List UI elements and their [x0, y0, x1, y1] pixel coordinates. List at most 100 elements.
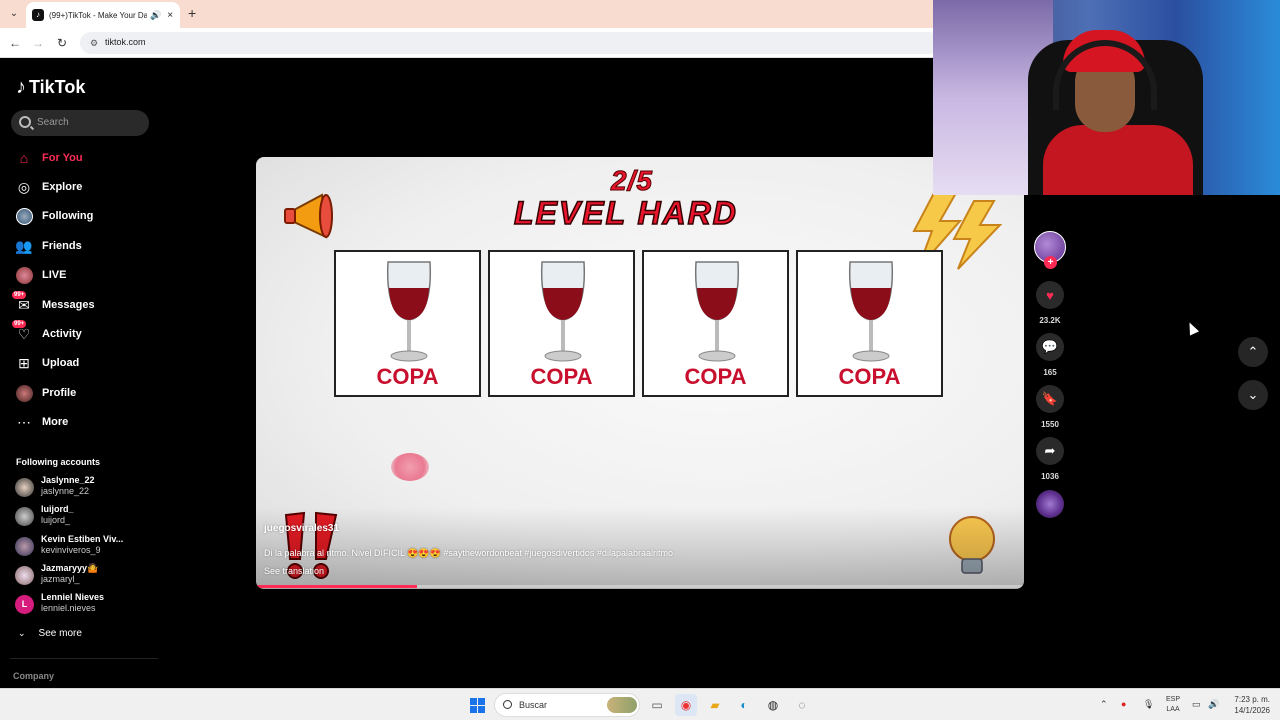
avatar — [15, 566, 34, 585]
webcam-overlay — [933, 0, 1280, 195]
megaphone-icon — [284, 193, 333, 239]
taskbar-search-label: Buscar — [519, 700, 548, 710]
lips-icon — [391, 453, 429, 481]
account-item[interactable]: L Lenniel Nieves lenniel.nieves — [15, 592, 155, 618]
card-word: COPA — [376, 364, 439, 389]
account-handle: jaslynne_22 — [41, 486, 90, 496]
account-handle: jazmaryl_ — [41, 574, 80, 584]
volume-icon[interactable]: 🔊 — [1208, 699, 1219, 710]
see-more-button[interactable]: ⌄ See more — [18, 628, 82, 639]
task-view-icon[interactable]: ▭ — [646, 694, 668, 716]
save-count: 1550 — [1041, 420, 1059, 429]
word-card: COPA — [796, 250, 943, 397]
logo-text: TikTok — [29, 77, 86, 97]
more-icon: ⋯ — [17, 413, 31, 430]
windows-start-icon[interactable] — [470, 698, 485, 713]
chrome-icon[interactable]: ◉ — [675, 694, 697, 716]
tiktok-logo[interactable]: ♪ TikTok — [16, 76, 85, 99]
url-text: tiktok.com — [105, 37, 146, 47]
nav-explore[interactable]: ◎ Explore — [15, 176, 155, 198]
nav-activity[interactable]: ♡ 99+ Activity — [12, 320, 155, 345]
tray-app-icon[interactable]: ● — [1121, 699, 1126, 709]
clock-date: 14/1/2026 — [1234, 706, 1270, 715]
clock[interactable]: 7:23 p. m. 14/1/2026 — [1226, 694, 1270, 716]
previous-video-button[interactable]: ⌃ — [1238, 337, 1268, 367]
tiktok-favicon-icon: ♪ — [32, 9, 44, 21]
account-item[interactable]: Kevin Estiben Viv... kevinviveros_9 — [15, 534, 155, 560]
nav-label: More — [42, 416, 69, 428]
messages-badge: 99+ — [12, 291, 27, 299]
account-item[interactable]: Jaslynne_22 jaslynne_22 — [15, 475, 155, 501]
account-name: Jazmaryyy🤷 — [41, 563, 99, 573]
save-button[interactable]: 🔖 — [1036, 385, 1064, 413]
wine-glass-icon — [386, 261, 432, 362]
new-tab-button[interactable]: + — [188, 5, 196, 21]
nav-more[interactable]: ⋯ More — [15, 411, 155, 433]
language-indicator[interactable]: ESP LAA — [1166, 695, 1180, 715]
video-progress-bar[interactable] — [256, 585, 1024, 588]
account-handle: kevinviveros_9 — [41, 545, 101, 555]
tab-search-icon[interactable]: ⌄ — [6, 6, 22, 22]
url-field[interactable]: ⚙ tiktok.com — [80, 32, 940, 54]
nav-label: Activity — [42, 328, 82, 340]
wine-glass-icon — [694, 261, 740, 362]
site-info-icon[interactable]: ⚙ — [88, 37, 100, 49]
app-icon[interactable]: ◌ — [791, 694, 813, 716]
nav-profile[interactable]: Profile — [15, 382, 155, 404]
video-progress-fill — [256, 585, 418, 588]
file-explorer-icon[interactable]: ▰ — [704, 694, 726, 716]
network-icon[interactable]: ▭ — [1192, 699, 1201, 710]
video-player[interactable]: 2/5 LEVEL HARD COPA COPA COPA COPA juego… — [256, 157, 1024, 589]
follow-button[interactable]: + — [1044, 256, 1057, 269]
tab-close-icon[interactable]: × — [167, 10, 173, 21]
search-icon — [503, 700, 512, 709]
video-caption: Di la palabra al ritmo. Nivel DIFICIL 😍😍… — [264, 548, 673, 558]
comment-count: 165 — [1043, 368, 1057, 377]
like-count: 23.2K — [1039, 316, 1061, 325]
back-icon[interactable]: ← — [7, 35, 23, 51]
reload-icon[interactable]: ↻ — [54, 35, 70, 51]
microphone-icon[interactable]: 🎙 — [1143, 699, 1154, 710]
avatar — [15, 507, 34, 526]
chevron-down-icon: ⌄ — [1247, 387, 1259, 402]
forward-icon[interactable]: → — [30, 35, 46, 51]
video-author[interactable]: juegosvirales31 — [264, 523, 339, 534]
comment-button[interactable]: 💬 — [1036, 333, 1064, 361]
comment-icon: 💬 — [1041, 339, 1059, 354]
browser-tab[interactable]: ♪ (99+)TikTok - Make Your Day 🔊 × — [26, 2, 180, 28]
obs-icon[interactable]: ◍ — [762, 694, 784, 716]
activity-badge: 99+ — [12, 320, 27, 328]
account-item[interactable]: Jazmaryyy🤷 jazmaryl_ — [15, 563, 155, 589]
nav-for-you[interactable]: ⌂ For You — [15, 147, 155, 169]
account-handle: lenniel.nieves — [41, 603, 96, 613]
nav-live[interactable]: LIVE — [15, 264, 155, 286]
chevron-up-icon: ⌃ — [1247, 344, 1259, 359]
edge-icon[interactable]: ◐ — [733, 694, 755, 716]
search-input[interactable]: Search — [11, 110, 149, 136]
card-word: COPA — [838, 364, 901, 389]
word-card: COPA — [488, 250, 635, 397]
divider — [10, 658, 158, 659]
company-link[interactable]: Company — [13, 671, 54, 681]
taskbar-search-input[interactable]: Buscar — [494, 693, 640, 717]
account-item[interactable]: luijord_ luijord_ — [15, 504, 155, 530]
friends-icon: 👥 — [15, 237, 33, 254]
see-translation-link[interactable]: See translation — [264, 566, 324, 576]
music-disc-icon[interactable] — [1036, 490, 1064, 518]
nav-following[interactable]: Following — [15, 205, 155, 227]
audio-icon[interactable]: 🔊 — [150, 10, 161, 21]
nav-friends[interactable]: 👥 Friends — [15, 235, 155, 257]
like-button[interactable]: ♥ — [1036, 281, 1064, 309]
heart-icon: ♥ — [1046, 287, 1054, 303]
share-button[interactable]: ➦ — [1036, 437, 1064, 465]
tray-chevron-up-icon[interactable]: ⌃ — [1100, 699, 1108, 710]
nav-messages[interactable]: ✉ 99+ Messages — [12, 291, 155, 316]
account-name: luijord_ — [41, 504, 74, 514]
account-name: Lenniel Nieves — [41, 592, 105, 602]
share-count: 1036 — [1041, 472, 1059, 481]
card-word: COPA — [684, 364, 747, 389]
nav-upload[interactable]: ⊞ Upload — [15, 352, 155, 374]
nav-label: For You — [42, 152, 83, 164]
next-video-button[interactable]: ⌄ — [1238, 380, 1268, 410]
home-icon: ⌂ — [19, 150, 29, 166]
